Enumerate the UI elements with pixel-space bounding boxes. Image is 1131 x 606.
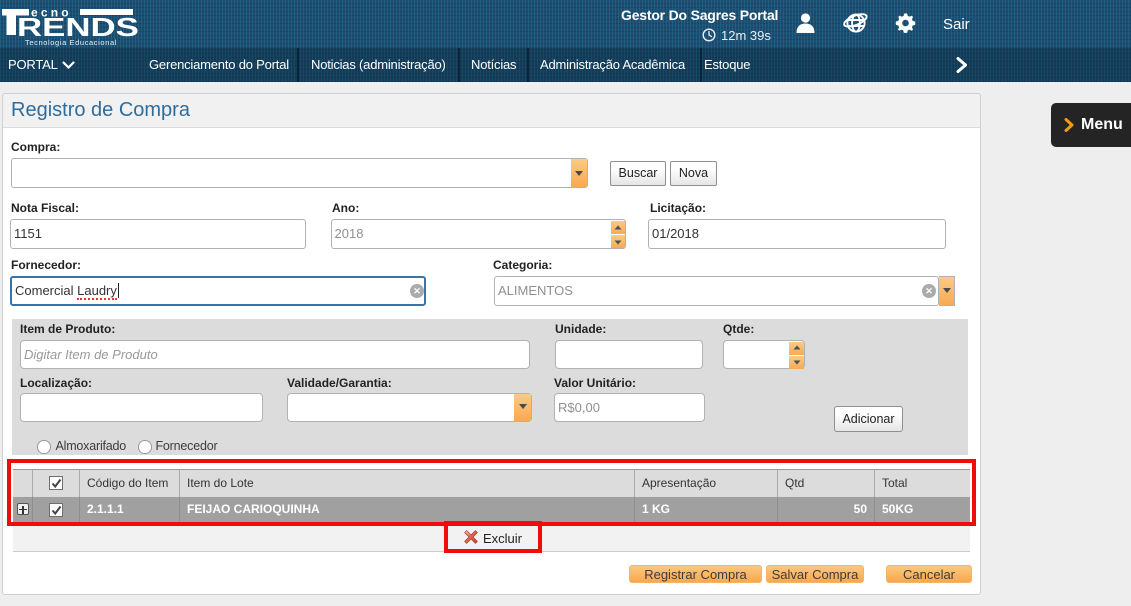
- svg-text:Tecnologia Educacional: Tecnologia Educacional: [25, 38, 117, 47]
